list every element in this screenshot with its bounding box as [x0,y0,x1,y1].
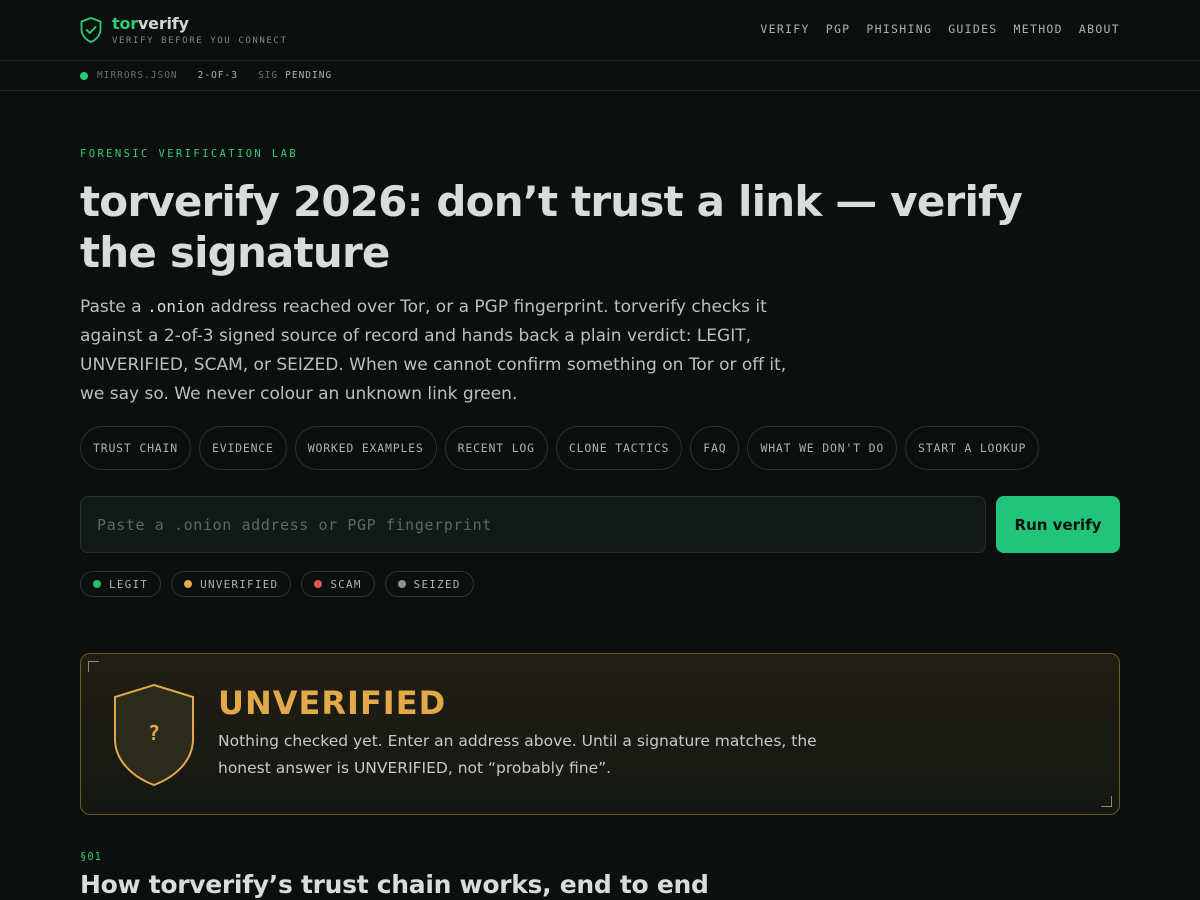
unverified-dot-icon [184,580,193,588]
pill-evidence[interactable]: EVIDENCE [198,426,287,470]
status-source: MIRRORS.JSON [97,70,178,81]
nav-method[interactable]: METHOD [1014,22,1063,36]
brand[interactable]: torverify VERIFY BEFORE YOU CONNECT [80,12,287,48]
nav-verify[interactable]: VERIFY [760,22,809,36]
svg-text:?: ? [148,721,160,745]
legend-unverified: UNVERIFIED [171,571,292,597]
main-nav: VERIFY PGP PHISHING GUIDES METHOD ABOUT [760,22,1120,36]
pill-what-we-dont-do[interactable]: WHAT WE DON'T DO [747,426,898,470]
status-strip: MIRRORS.JSON 2-OF-3 SIG PENDING [0,61,1200,91]
status-quorum: 2-OF-3 [197,70,238,81]
pill-faq[interactable]: FAQ [690,426,740,470]
corner-mark [1101,796,1112,807]
nav-phishing[interactable]: PHISHING [866,22,932,36]
pill-trust-chain[interactable]: TRUST CHAIN [80,426,191,470]
pill-recent-log[interactable]: RECENT LOG [444,426,548,470]
status-sig-value: PENDING [285,70,333,81]
legend-seized: SEIZED [384,571,474,597]
scam-dot-icon [314,580,323,588]
onion-code: .onion [147,297,205,316]
legend-legit: LEGIT [80,571,162,597]
nav-guides[interactable]: GUIDES [948,22,997,36]
pill-clone-tactics[interactable]: CLONE TACTICS [555,426,683,470]
hero-eyebrow: FORENSIC VERIFICATION LAB [80,148,299,160]
seized-dot-icon [397,580,406,588]
pill-start-lookup[interactable]: START A LOOKUP [905,426,1040,470]
hero-lede: Paste a .onion address reached over Tor,… [80,297,787,404]
verdict-body: Nothing checked yet. Enter an address ab… [218,732,817,777]
status-dot-icon [80,71,88,80]
site-header: torverify VERIFY BEFORE YOU CONNECT VERI… [0,0,1200,61]
legend-scam: SCAM [301,571,375,597]
status-sig-label: SIG [257,70,279,81]
verdict-card: ? UNVERIFIED Nothing checked yet. Enter … [80,653,1120,815]
corner-mark [88,661,99,672]
run-verify-button[interactable]: Run verify [996,496,1120,553]
section-number: §01 [80,851,102,863]
section-title: How torverify’s trust chain works, end t… [80,870,709,899]
page-title: torverify 2026: don’t trust a link — ver… [80,177,1023,277]
brand-name: torverify [112,13,189,33]
shield-check-icon [80,17,102,43]
verdict-legend: LEGIT UNVERIFIED SCAM SEIZED [80,571,474,597]
section-pills: TRUST CHAIN EVIDENCE WORKED EXAMPLES REC… [80,426,1040,470]
shield-question-icon: ? [114,683,194,787]
brand-tagline: VERIFY BEFORE YOU CONNECT [112,35,288,46]
pill-worked-examples[interactable]: WORKED EXAMPLES [294,426,437,470]
nav-about[interactable]: ABOUT [1079,22,1120,36]
nav-pgp[interactable]: PGP [826,22,851,36]
legit-dot-icon [93,580,101,588]
verdict-title: UNVERIFIED [218,684,447,722]
search-input[interactable] [80,496,986,553]
